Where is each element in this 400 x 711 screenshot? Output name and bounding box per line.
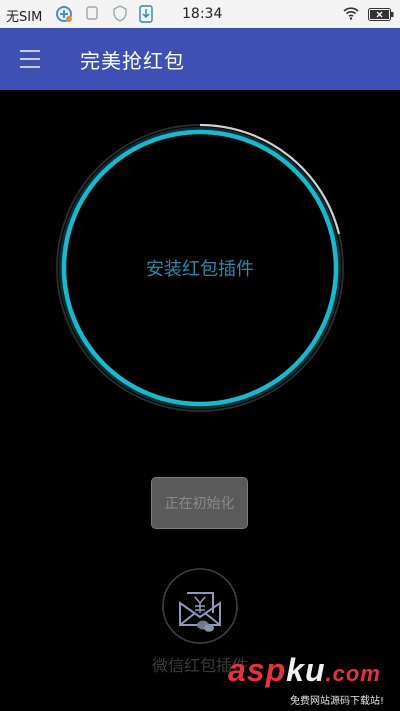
shield-icon bbox=[113, 5, 127, 22]
status-bar: 无SIM 18:34 bbox=[0, 0, 400, 28]
copy-icon bbox=[86, 6, 98, 20]
download-icon bbox=[139, 5, 153, 23]
install-plugin-ring[interactable]: 安装红包插件 bbox=[54, 122, 346, 414]
wifi-icon bbox=[343, 7, 359, 20]
browser-icon bbox=[56, 6, 72, 22]
menu-icon[interactable] bbox=[20, 50, 40, 68]
clock: 18:34 bbox=[182, 6, 223, 22]
wechat-envelope-icon[interactable] bbox=[161, 567, 239, 645]
initializing-button[interactable]: 正在初始化 bbox=[151, 477, 248, 529]
battery-icon bbox=[368, 8, 394, 21]
watermark-logo: aspku.com bbox=[228, 652, 381, 688]
carrier-label: 无SIM bbox=[6, 10, 43, 25]
watermark-tagline: 免费网站源码下载站! bbox=[290, 696, 385, 707]
install-plugin-label[interactable]: 安装红包插件 bbox=[54, 255, 346, 281]
app-bar: 完美抢红包 bbox=[0, 28, 400, 90]
app-title: 完美抢红包 bbox=[80, 49, 185, 73]
